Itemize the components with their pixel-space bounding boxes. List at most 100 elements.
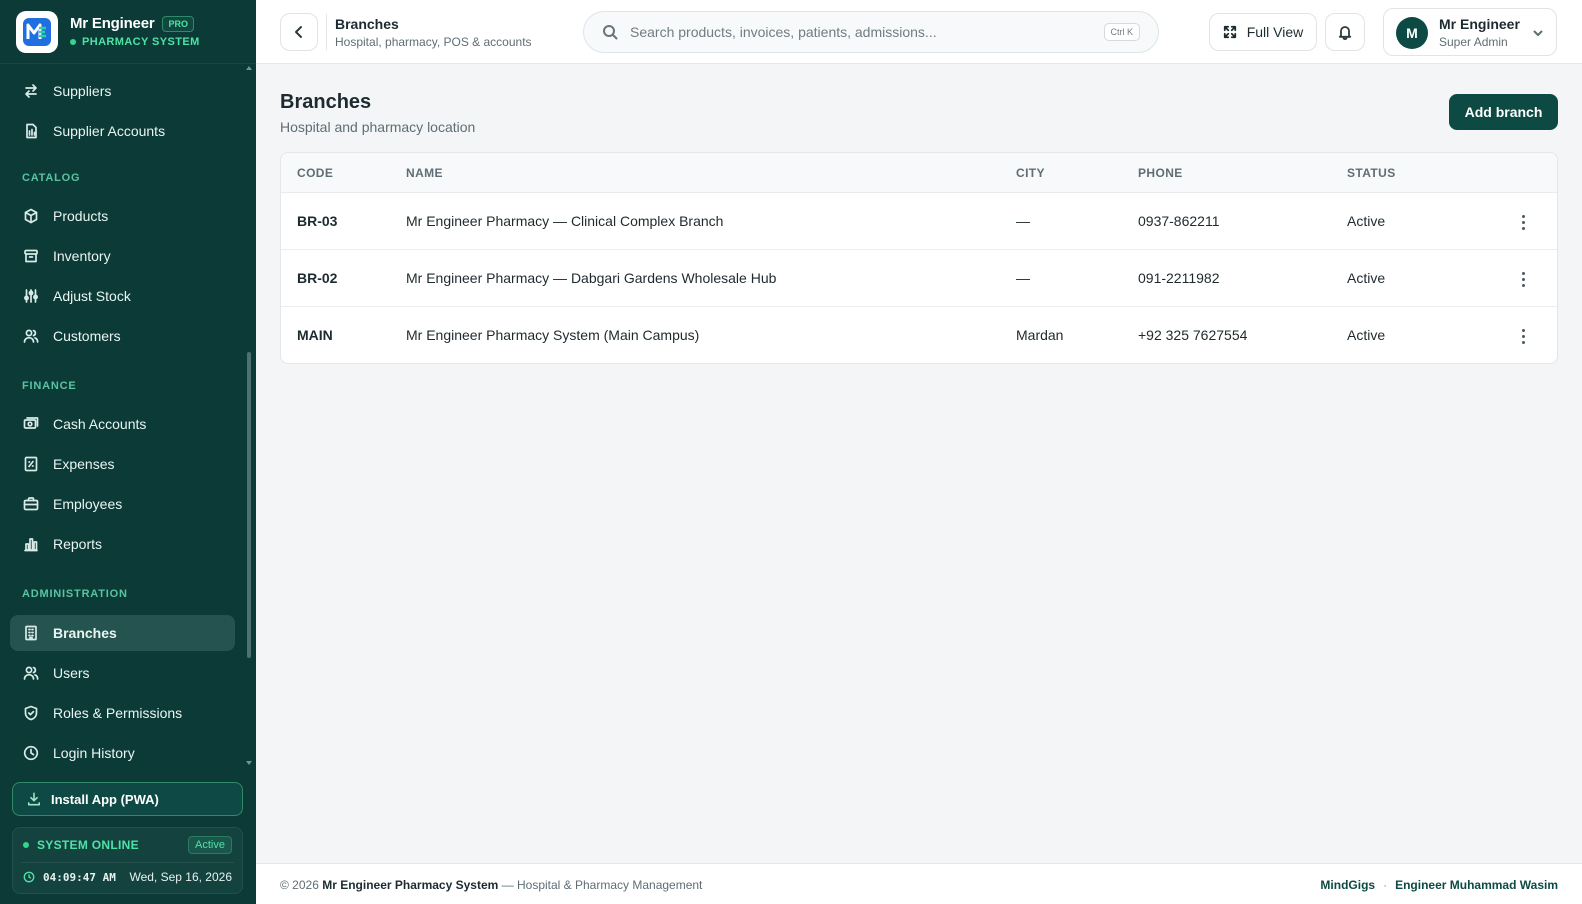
avatar: M bbox=[1396, 17, 1428, 49]
document-icon bbox=[26, 123, 37, 139]
branch-name: Mr Engineer Pharmacy — Clinical Complex … bbox=[406, 213, 724, 229]
online-dot-icon bbox=[70, 39, 76, 45]
chevron-down-icon bbox=[1533, 30, 1543, 36]
section-label-administration: ADMINISTRATION bbox=[22, 588, 128, 600]
user-name: Mr Engineer bbox=[1439, 16, 1520, 32]
search-shortcut: Ctrl K bbox=[1103, 23, 1140, 41]
sidebar-item-label: Login History bbox=[53, 745, 135, 761]
system-status-card: SYSTEM ONLINE Active 04:09:47 AM Wed, Se… bbox=[12, 827, 243, 894]
footer-product: Mr Engineer Pharmacy System bbox=[322, 878, 499, 892]
status-badge: Active bbox=[188, 836, 232, 854]
logo bbox=[16, 10, 58, 53]
header-title: Branches bbox=[335, 16, 399, 32]
branch-phone: 091-2211982 bbox=[1138, 270, 1220, 286]
sidebar-item-label: Suppliers bbox=[53, 83, 112, 99]
column-header-name: NAME bbox=[406, 166, 443, 180]
shield-icon bbox=[24, 705, 38, 721]
search-input[interactable] bbox=[630, 24, 1070, 40]
sidebar-item-label: Cash Accounts bbox=[53, 416, 147, 432]
sidebar-item-customers[interactable]: Customers bbox=[10, 318, 235, 354]
status-dot-icon bbox=[23, 842, 29, 848]
sidebar-item-adjust-stock[interactable]: Adjust Stock bbox=[10, 278, 235, 314]
notifications-button[interactable] bbox=[1325, 13, 1365, 51]
sidebar-item-reports[interactable]: Reports bbox=[10, 526, 235, 562]
sidebar-item-supplier-accounts[interactable]: Supplier Accounts bbox=[10, 113, 235, 149]
brand-name: Mr Engineer bbox=[70, 15, 155, 32]
sidebar-item-label: Supplier Accounts bbox=[53, 123, 166, 139]
branch-name: Mr Engineer Pharmacy — Dabgari Gardens W… bbox=[406, 270, 777, 286]
sidebar: Mr Engineer PRO PHARMACY SYSTEM Supplier… bbox=[0, 0, 256, 904]
sidebar-item-expenses[interactable]: Expenses bbox=[10, 446, 235, 482]
users-icon bbox=[23, 666, 39, 680]
table-row[interactable]: MAIN Mr Engineer Pharmacy System (Main C… bbox=[281, 307, 1557, 363]
brand[interactable]: Mr Engineer PRO PHARMACY SYSTEM bbox=[0, 0, 256, 64]
pro-badge: PRO bbox=[162, 15, 194, 32]
sidebar-item-label: Inventory bbox=[53, 248, 111, 264]
column-header-status: STATUS bbox=[1347, 166, 1396, 180]
branch-code: BR-02 bbox=[297, 270, 338, 286]
bar-chart-icon bbox=[24, 538, 38, 552]
column-header-city: CITY bbox=[1016, 166, 1045, 180]
full-view-button[interactable]: Full View bbox=[1209, 13, 1317, 51]
install-app-label: Install App (PWA) bbox=[51, 791, 159, 807]
scroll-up-icon[interactable] bbox=[246, 66, 252, 70]
add-branch-button[interactable]: Add branch bbox=[1449, 94, 1558, 130]
row-actions-icon[interactable] bbox=[1513, 211, 1533, 233]
footer-link-mindgigs[interactable]: MindGigs bbox=[1320, 878, 1375, 892]
branch-phone: +92 325 7627554 bbox=[1138, 327, 1248, 343]
sliders-icon bbox=[24, 289, 38, 303]
users-icon bbox=[23, 329, 39, 343]
full-view-label: Full View bbox=[1246, 24, 1304, 40]
branch-code: BR-03 bbox=[297, 213, 338, 229]
clock-icon bbox=[23, 871, 35, 883]
sidebar-item-suppliers[interactable]: Suppliers bbox=[10, 73, 235, 109]
current-time: 04:09:47 AM bbox=[43, 870, 116, 884]
table-row[interactable]: BR-02 Mr Engineer Pharmacy — Dabgari Gar… bbox=[281, 250, 1557, 307]
page-title: Branches bbox=[280, 91, 372, 113]
row-actions-icon[interactable] bbox=[1513, 268, 1533, 290]
sidebar-item-roles-permissions[interactable]: Roles & Permissions bbox=[10, 695, 235, 731]
branch-city: Mardan bbox=[1016, 327, 1064, 343]
footer-copyright: © 2026 Mr Engineer Pharmacy System — Hos… bbox=[280, 878, 702, 892]
download-icon bbox=[27, 792, 41, 806]
row-actions-icon[interactable] bbox=[1513, 325, 1533, 347]
table-header: CODE NAME CITY PHONE STATUS bbox=[281, 153, 1557, 193]
global-search[interactable]: Ctrl K bbox=[583, 11, 1159, 53]
sidebar-item-login-history[interactable]: Login History bbox=[10, 735, 235, 764]
sidebar-item-branches[interactable]: Branches bbox=[10, 615, 235, 651]
system-status-text: SYSTEM ONLINE bbox=[37, 838, 139, 852]
copyright-year: © 2026 bbox=[280, 878, 319, 892]
clock-icon bbox=[23, 745, 39, 761]
sidebar-item-label: Users bbox=[53, 665, 90, 681]
back-button[interactable] bbox=[280, 13, 318, 51]
footer-tagline: — Hospital & Pharmacy Management bbox=[501, 878, 703, 892]
briefcase-icon bbox=[23, 497, 39, 511]
receipt-icon bbox=[24, 456, 38, 472]
section-label-finance: FINANCE bbox=[22, 380, 77, 392]
logo-mark-icon bbox=[23, 17, 51, 46]
user-role: Super Admin bbox=[1439, 35, 1508, 49]
sidebar-scroll-thumb[interactable] bbox=[247, 352, 251, 658]
sidebar-nav: Suppliers Supplier Accounts CATALOG Prod… bbox=[0, 64, 244, 764]
sidebar-item-products[interactable]: Products bbox=[10, 198, 235, 234]
brand-subtitle: PHARMACY SYSTEM bbox=[82, 36, 200, 48]
branch-city: — bbox=[1016, 213, 1030, 229]
footer-link-author[interactable]: Engineer Muhammad Wasim bbox=[1395, 878, 1558, 892]
branch-code: MAIN bbox=[297, 327, 333, 343]
footer-separator: · bbox=[1383, 878, 1388, 892]
user-menu[interactable]: M Mr Engineer Super Admin bbox=[1383, 8, 1557, 56]
sidebar-item-label: Employees bbox=[53, 496, 123, 512]
branch-name: Mr Engineer Pharmacy System (Main Campus… bbox=[406, 327, 700, 343]
sidebar-item-label: Reports bbox=[53, 536, 103, 552]
sidebar-item-cash-accounts[interactable]: Cash Accounts bbox=[10, 406, 235, 442]
sidebar-item-label: Roles & Permissions bbox=[53, 705, 183, 721]
current-date: Wed, Sep 16, 2026 bbox=[129, 870, 232, 884]
sidebar-item-inventory[interactable]: Inventory bbox=[10, 238, 235, 274]
scroll-down-icon[interactable] bbox=[246, 761, 252, 765]
table-row[interactable]: BR-03 Mr Engineer Pharmacy — Clinical Co… bbox=[281, 193, 1557, 250]
sidebar-item-users[interactable]: Users bbox=[10, 655, 235, 691]
sidebar-item-employees[interactable]: Employees bbox=[10, 486, 235, 522]
install-app-button[interactable]: Install App (PWA) bbox=[12, 782, 243, 816]
column-header-phone: PHONE bbox=[1138, 166, 1183, 180]
building-icon bbox=[25, 625, 37, 641]
